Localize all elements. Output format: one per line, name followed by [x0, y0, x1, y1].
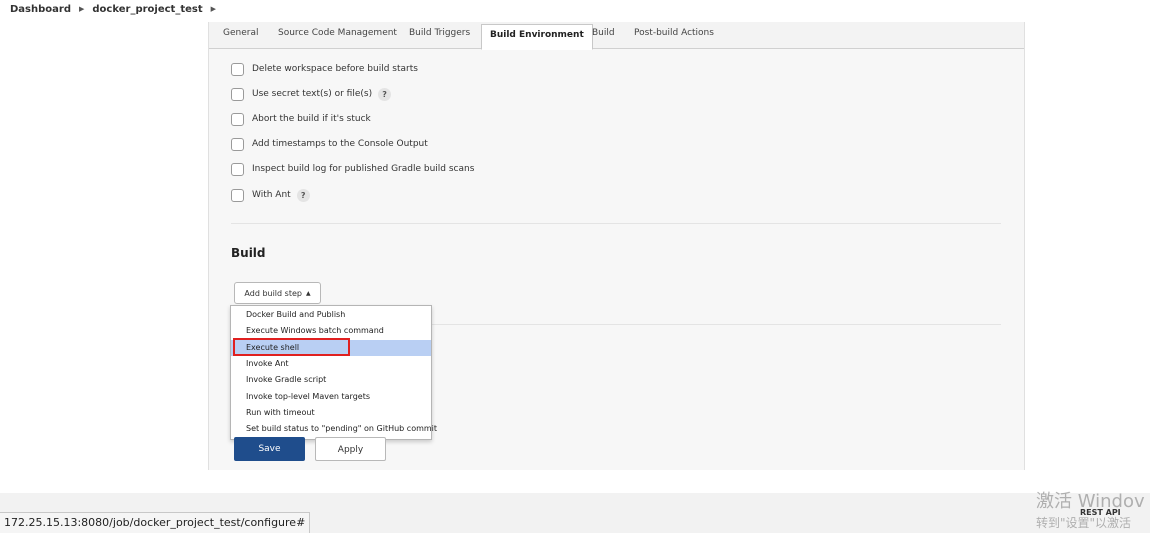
checkbox[interactable]	[231, 137, 244, 151]
add-build-step-label: Add build step	[244, 288, 302, 298]
menu-item-github-pending[interactable]: Set build status to "pending" on GitHub …	[231, 421, 437, 437]
build-step-menu: Docker Build and Publish Execute Windows…	[230, 305, 437, 440]
chevron-right-icon[interactable]: ▶	[211, 5, 216, 13]
menu-item-windows-batch[interactable]: Execute Windows batch command	[231, 323, 431, 339]
breadcrumb-project[interactable]: docker_project_test	[92, 4, 202, 15]
chevron-right-icon: ▶	[79, 5, 85, 13]
tab-build-triggers[interactable]: Build Triggers	[409, 28, 470, 38]
save-button[interactable]: Save	[234, 437, 305, 461]
config-tabs: General Source Code Management Build Tri…	[209, 22, 1024, 50]
option-label: With Ant	[252, 190, 291, 200]
breadcrumb: Dashboard ▶ docker_project_test ▶	[0, 0, 1150, 18]
tab-build[interactable]: Build	[592, 28, 615, 38]
help-icon[interactable]: ?	[296, 188, 310, 202]
tab-general[interactable]: General	[223, 28, 258, 38]
section-title-build: Build	[231, 246, 266, 260]
menu-item-invoke-ant[interactable]: Invoke Ant	[231, 356, 431, 372]
breadcrumb-dashboard[interactable]: Dashboard	[10, 4, 71, 15]
option-label: Use secret text(s) or file(s)	[252, 89, 373, 99]
option-timestamps[interactable]: Add timestamps to the Console Output	[231, 136, 428, 152]
checkbox[interactable]	[231, 62, 244, 76]
tab-source-code-management[interactable]: Source Code Management	[278, 28, 397, 38]
menu-item-docker-build[interactable]: Docker Build and Publish	[231, 307, 431, 323]
checkbox[interactable]	[231, 87, 244, 101]
option-abort-stuck[interactable]: Abort the build if it's stuck	[231, 111, 371, 127]
option-label: Inspect build log for published Gradle b…	[252, 164, 475, 174]
tab-post-build-actions[interactable]: Post-build Actions	[634, 28, 714, 38]
activation-watermark-subtext: 转到"设置"以激活	[1036, 516, 1132, 530]
add-build-step-button[interactable]: Add build step ▲	[234, 282, 321, 304]
menu-item-invoke-gradle[interactable]: Invoke Gradle script	[231, 372, 431, 388]
apply-button[interactable]: Apply	[315, 437, 386, 461]
option-secret-text[interactable]: Use secret text(s) or file(s) ?	[231, 86, 392, 102]
activation-watermark: 激活 Windov	[1036, 491, 1145, 512]
checkbox[interactable]	[231, 188, 244, 202]
menu-item-invoke-maven[interactable]: Invoke top-level Maven targets	[231, 389, 431, 405]
status-bar-url: 172.25.15.13:8080/job/docker_project_tes…	[0, 512, 311, 533]
option-gradle-scans[interactable]: Inspect build log for published Gradle b…	[231, 161, 474, 177]
option-label: Add timestamps to the Console Output	[252, 139, 428, 149]
help-icon[interactable]: ?	[378, 87, 392, 101]
option-with-ant[interactable]: With Ant ?	[231, 187, 310, 203]
option-delete-workspace[interactable]: Delete workspace before build starts	[231, 61, 418, 77]
menu-item-execute-shell[interactable]: Execute shell	[231, 340, 431, 356]
option-label: Abort the build if it's stuck	[252, 114, 371, 124]
menu-item-run-with-timeout[interactable]: Run with timeout	[231, 405, 431, 421]
divider	[231, 223, 1001, 224]
checkbox[interactable]	[231, 162, 244, 176]
checkbox[interactable]	[231, 112, 244, 126]
caret-up-icon: ▲	[305, 289, 311, 297]
tab-build-environment[interactable]: Build Environment	[481, 24, 593, 50]
option-label: Delete workspace before build starts	[252, 64, 418, 74]
